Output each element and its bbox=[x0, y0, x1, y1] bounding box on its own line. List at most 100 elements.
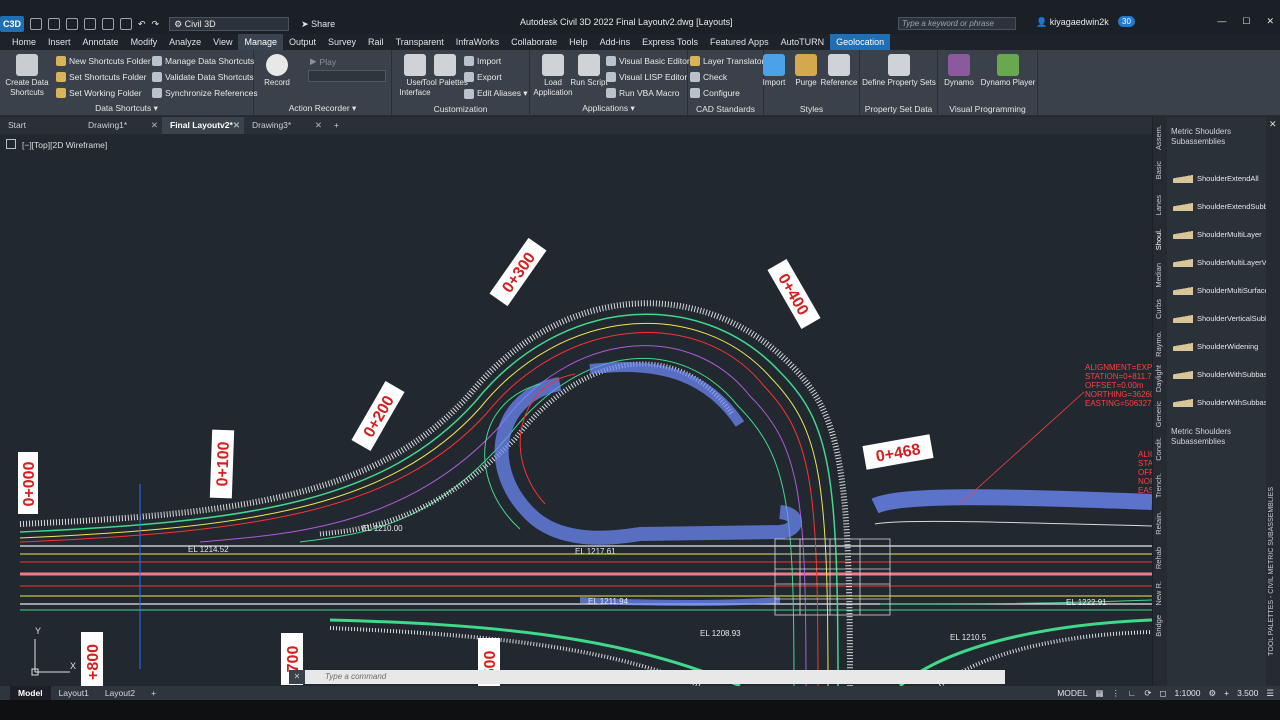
tab-home[interactable]: Home bbox=[6, 34, 42, 50]
configure-button[interactable]: Configure bbox=[690, 88, 740, 98]
close-icon[interactable]: ✕ bbox=[315, 117, 322, 134]
reference-button[interactable]: Reference bbox=[818, 54, 860, 88]
palette-tab[interactable]: Median bbox=[1154, 263, 1166, 288]
tab-view[interactable]: View bbox=[207, 34, 238, 50]
osnap-icon[interactable]: ◻ bbox=[1159, 688, 1166, 699]
palette-tab[interactable]: Generic bbox=[1154, 401, 1166, 427]
set-shortcuts-folder-button[interactable]: Set Shortcuts Folder bbox=[56, 72, 146, 82]
dynamo-player-button[interactable]: Dynamo Player bbox=[980, 54, 1036, 88]
palette-tab[interactable]: Raymo. bbox=[1154, 331, 1166, 357]
palette-item[interactable]: ShoulderWidening bbox=[1173, 341, 1267, 351]
user-account[interactable]: 👤 kiyagaedwin2k bbox=[1036, 17, 1109, 28]
redo-icon[interactable]: ↷ bbox=[152, 19, 160, 30]
save-as-icon[interactable] bbox=[84, 18, 96, 30]
palette-item[interactable]: ShoulderMultiLayer bbox=[1173, 229, 1267, 239]
tab-infraworks[interactable]: InfraWorks bbox=[450, 34, 505, 50]
ortho-icon[interactable]: ∟ bbox=[1128, 688, 1136, 698]
new-tab-button[interactable]: + bbox=[326, 117, 350, 134]
run-vba-macro-button[interactable]: Run VBA Macro bbox=[606, 88, 679, 98]
check-button[interactable]: Check bbox=[690, 72, 727, 82]
palette-item[interactable]: ShoulderExtendSubbase bbox=[1173, 201, 1280, 211]
visual-basic-editor-button[interactable]: Visual Basic Editor bbox=[606, 56, 690, 66]
palette-title-bar[interactable]: ✕ TOOL PALETTES - CIVIL METRIC SUBASSEMB… bbox=[1266, 117, 1280, 686]
doc-tab-final-layoutv2[interactable]: Final Layoutv2* ✕ bbox=[162, 117, 244, 134]
open-file-icon[interactable] bbox=[48, 18, 60, 30]
palette-tab[interactable]: New R. bbox=[1154, 581, 1166, 606]
palette-tab[interactable]: Assem. bbox=[1154, 125, 1166, 150]
tab-transparent[interactable]: Transparent bbox=[390, 34, 450, 50]
cui-export-button[interactable]: Export bbox=[464, 72, 502, 82]
tab-modify[interactable]: Modify bbox=[125, 34, 164, 50]
app-logo[interactable]: C3D bbox=[0, 16, 24, 32]
dynamo-button[interactable]: Dynamo bbox=[938, 54, 980, 88]
layer-translator-button[interactable]: Layer Translator bbox=[690, 56, 764, 66]
model-space-button[interactable]: MODEL bbox=[1057, 688, 1087, 698]
palette-item[interactable]: ShoulderWithSubbaseInterl... bbox=[1173, 397, 1280, 407]
share-button[interactable]: ➤ Share bbox=[301, 19, 335, 30]
panel-title-data-shortcuts[interactable]: Data Shortcuts ▾ bbox=[0, 103, 253, 114]
palette-item[interactable]: ShoulderWithSubbaseInterl... bbox=[1173, 369, 1280, 379]
new-file-icon[interactable] bbox=[30, 18, 42, 30]
palette-item[interactable]: ShoulderVerticalSubbase bbox=[1173, 313, 1280, 323]
plus-icon[interactable]: + bbox=[1224, 688, 1229, 698]
doc-tab-start[interactable]: Start bbox=[0, 117, 80, 134]
tab-survey[interactable]: Survey bbox=[322, 34, 362, 50]
command-input[interactable]: Type a command bbox=[305, 670, 1005, 684]
tab-express-tools[interactable]: Express Tools bbox=[636, 34, 704, 50]
tab-geolocation[interactable]: Geolocation bbox=[830, 34, 891, 50]
palette-tab[interactable]: Curbs bbox=[1154, 299, 1166, 319]
snap-icon[interactable]: ⋮ bbox=[1111, 688, 1120, 699]
palette-tab[interactable]: Lanes bbox=[1154, 195, 1166, 215]
menu-icon[interactable]: ☰ bbox=[1266, 688, 1274, 699]
value-readout[interactable]: 3.500 bbox=[1237, 688, 1258, 698]
polar-icon[interactable]: ⟳ bbox=[1144, 688, 1151, 699]
validate-data-shortcuts-button[interactable]: Validate Data Shortcuts bbox=[152, 72, 254, 82]
command-line-close[interactable]: ✕ bbox=[289, 670, 305, 684]
add-layout-button[interactable]: + bbox=[143, 686, 164, 700]
tab-help[interactable]: Help bbox=[563, 34, 594, 50]
tab-collaborate[interactable]: Collaborate bbox=[505, 34, 563, 50]
tab-analyze[interactable]: Analyze bbox=[163, 34, 207, 50]
close-icon[interactable]: ✕ bbox=[1269, 119, 1277, 130]
tab-insert[interactable]: Insert bbox=[42, 34, 77, 50]
gear-icon[interactable]: ⚙ bbox=[1209, 688, 1217, 699]
synchronize-references-button[interactable]: Synchronize References bbox=[152, 88, 258, 98]
close-icon[interactable]: ✕ bbox=[1266, 16, 1274, 27]
palette-tab-shoulders[interactable]: Shoul. bbox=[1154, 229, 1166, 250]
set-working-folder-button[interactable]: Set Working Folder bbox=[56, 88, 142, 98]
undo-icon[interactable]: ↶ bbox=[138, 19, 146, 30]
panel-title-applications[interactable]: Applications ▾ bbox=[530, 103, 687, 114]
workspace-select[interactable]: ⚙ Civil 3D bbox=[169, 17, 290, 31]
trial-badge[interactable]: 30 bbox=[1118, 16, 1135, 27]
palette-tab[interactable]: Retain. bbox=[1154, 511, 1166, 535]
play-button[interactable]: ▶ Play bbox=[310, 56, 336, 67]
manage-data-shortcuts-button[interactable]: Manage Data Shortcuts bbox=[152, 56, 254, 66]
palette-tab[interactable]: Condit. bbox=[1154, 437, 1166, 461]
doc-tab-drawing1[interactable]: Drawing1* ✕ bbox=[80, 117, 162, 134]
print-icon[interactable] bbox=[120, 18, 132, 30]
palette-item[interactable]: ShoulderExtendAll bbox=[1173, 173, 1267, 183]
palette-item[interactable]: ShoulderMultiLayerVarying... bbox=[1173, 257, 1280, 267]
close-icon[interactable]: ✕ bbox=[151, 117, 158, 134]
tab-rail[interactable]: Rail bbox=[362, 34, 390, 50]
styles-import-button[interactable]: Import bbox=[756, 54, 792, 88]
save-icon[interactable] bbox=[66, 18, 78, 30]
edit-aliases-button[interactable]: Edit Aliases ▾ bbox=[464, 88, 528, 99]
palette-tab[interactable]: Daylight bbox=[1154, 365, 1166, 392]
palette-item[interactable]: ShoulderMultiSurface bbox=[1173, 285, 1269, 295]
create-data-shortcuts-button[interactable]: Create Data Shortcuts bbox=[4, 54, 50, 98]
layout-tab-model[interactable]: Model bbox=[10, 686, 51, 700]
palette-tab[interactable]: Rehab bbox=[1154, 547, 1166, 569]
macro-select[interactable] bbox=[308, 70, 386, 82]
layout-tab-layout1[interactable]: Layout1 bbox=[51, 686, 97, 700]
grid-icon[interactable]: ▦ bbox=[1095, 688, 1103, 699]
drawing-viewport[interactable]: [−][Top][2D Wireframe] 0+000 0+100 0+200… bbox=[0, 134, 1152, 686]
tab-manage[interactable]: Manage bbox=[238, 34, 283, 50]
tab-output[interactable]: Output bbox=[283, 34, 322, 50]
new-shortcuts-folder-button[interactable]: New Shortcuts Folder bbox=[56, 56, 151, 66]
define-property-sets-button[interactable]: Define Property Sets bbox=[862, 54, 936, 88]
panel-title-action-recorder[interactable]: Action Recorder ▾ bbox=[254, 103, 391, 114]
tab-annotate[interactable]: Annotate bbox=[77, 34, 125, 50]
search-input[interactable]: Type a keyword or phrase bbox=[898, 17, 1016, 30]
minimize-icon[interactable]: — bbox=[1217, 16, 1226, 27]
